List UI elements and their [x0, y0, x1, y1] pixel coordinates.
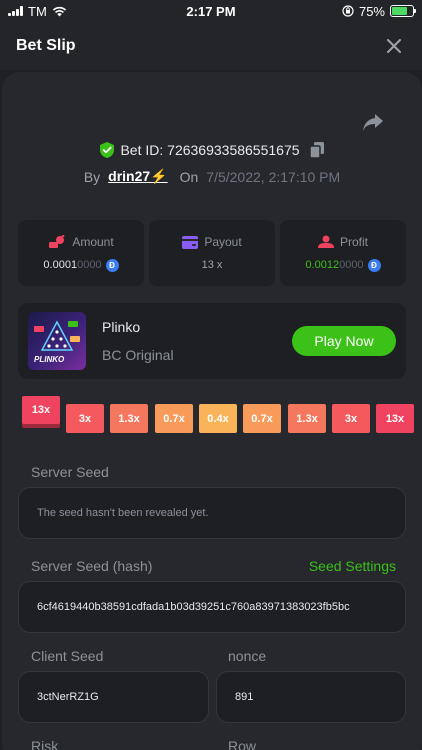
bet-id: Bet ID: 72636933586551675	[120, 142, 300, 158]
payout-stat: Payout 13 x	[149, 220, 275, 286]
amount-value: 0.00010000 Đ	[43, 258, 119, 272]
battery-percent: 75%	[358, 3, 385, 19]
profit-value-main: 0.0012	[305, 259, 340, 271]
payout-value: 13 x	[201, 259, 223, 271]
game-provider: BC Original	[102, 347, 174, 363]
server-seed-label: Server Seed	[31, 464, 109, 480]
profit-value-dim: 0000	[339, 259, 364, 271]
multiplier-tile: 0.7x	[243, 404, 281, 433]
server-seed-hash-field[interactable]: 6cf4619440b38591cdfada1b03d39251c760a839…	[18, 581, 406, 633]
server-seed-hash-label: Server Seed (hash)	[31, 558, 153, 574]
page-title: Bet Slip	[16, 37, 76, 54]
amount-stat: Amount 0.00010000 Đ	[18, 220, 144, 286]
client-seed-field[interactable]: 3ctNerRZ1G	[18, 671, 209, 723]
multiplier-tile: 1.3x	[288, 404, 326, 433]
amount-label-row: Amount	[48, 234, 114, 249]
client-seed-label: Client Seed	[31, 648, 104, 664]
status-time: 2:17 PM	[186, 3, 236, 19]
bet-slip-card: Bet ID: 72636933586551675 By drin27⚡ On …	[2, 72, 422, 750]
bet-date: 7/5/2022, 2:17:10 PM	[206, 168, 341, 185]
status-left: TM	[8, 4, 148, 19]
wifi-icon	[52, 6, 66, 16]
multiplier-tile: 13x	[376, 404, 414, 433]
nonce-field[interactable]: 891	[216, 671, 406, 723]
amount-label: Amount	[72, 234, 114, 249]
status-bar: TM 2:17 PM 75%	[0, 0, 422, 22]
signal-icon	[8, 6, 23, 16]
profit-value: 0.00120000 Đ	[305, 258, 381, 272]
game-row: PLINKO Plinko BC Original Play Now	[18, 303, 406, 379]
orientation-lock-icon	[342, 5, 354, 17]
nonce-label: nonce	[228, 648, 267, 664]
status-right: 75%	[274, 3, 416, 19]
multiplier-tile: 3x	[332, 404, 370, 433]
server-seed-field: The seed hasn't been revealed yet.	[18, 487, 406, 539]
payout-label: Payout	[204, 235, 242, 249]
share-icon	[363, 114, 383, 131]
amount-icon	[49, 234, 66, 248]
game-name: Plinko	[102, 319, 141, 335]
multiplier-tile: 0.7x	[155, 404, 193, 433]
profit-icon	[317, 235, 334, 248]
coin-icon: Đ	[105, 258, 119, 272]
payout-label-row: Payout	[182, 235, 242, 249]
profit-stat: Profit 0.00120000 Đ	[280, 220, 406, 286]
battery-icon	[390, 5, 416, 17]
profit-label-row: Profit	[317, 234, 368, 249]
carrier-label: TM	[28, 3, 47, 19]
risk-label: Risk	[31, 738, 59, 750]
on-label: On	[179, 168, 199, 185]
game-info: Plinko BC Original	[102, 319, 292, 363]
copy-icon[interactable]	[309, 142, 324, 158]
seed-settings-link[interactable]: Seed Settings	[309, 558, 396, 574]
close-button[interactable]	[382, 34, 406, 58]
battery-fill	[392, 7, 407, 15]
coin-icon: Đ	[367, 258, 381, 272]
game-thumbnail[interactable]: PLINKO	[28, 312, 86, 370]
close-icon	[387, 39, 401, 53]
amount-value-dim: 0000	[77, 259, 102, 271]
by-label: By	[83, 168, 101, 185]
profit-label: Profit	[339, 234, 368, 249]
wallet-icon	[182, 235, 199, 249]
header: Bet Slip	[0, 22, 422, 70]
multiplier-tile: 1.3x	[110, 404, 148, 433]
bet-id-row: Bet ID: 72636933586551675	[2, 142, 422, 158]
row-label: Row	[228, 738, 257, 750]
amount-value-main: 0.0001	[43, 259, 78, 271]
game-thumbnail-label: PLINKO	[34, 355, 65, 364]
multiplier-tile: 3x	[66, 404, 104, 433]
bet-author-row: By drin27⚡ On 7/5/2022, 2:17:10 PM	[2, 168, 422, 185]
play-now-button[interactable]: Play Now	[292, 326, 396, 356]
multiplier-tile: 0.4x	[199, 404, 237, 433]
multiplier-tile: 13x	[22, 396, 60, 424]
verified-shield-icon	[100, 142, 115, 158]
username-link[interactable]: drin27⚡	[108, 168, 167, 185]
share-button[interactable]	[362, 112, 386, 136]
